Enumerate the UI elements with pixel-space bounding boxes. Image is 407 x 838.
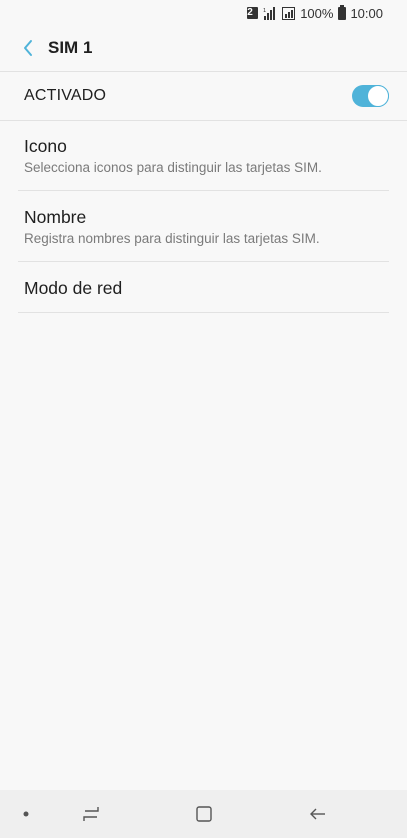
screen: 2 1 100% 10:00 SIM 1 ACTIVADO Icono Sele… <box>0 0 407 838</box>
home-icon[interactable] <box>187 790 221 838</box>
row-divider <box>18 190 389 191</box>
setting-subtitle: Selecciona iconos para distinguir las ta… <box>24 160 322 175</box>
setting-nombre[interactable]: Nombre Registra nombres para distinguir … <box>18 207 389 246</box>
chevron-left-icon[interactable] <box>8 26 48 70</box>
back-arrow-icon[interactable] <box>301 790 335 838</box>
recent-apps-icon[interactable] <box>74 790 108 838</box>
setting-subtitle: Registra nombres para distinguir las tar… <box>24 231 320 246</box>
master-divider <box>0 120 407 121</box>
battery-percent: 100% <box>300 5 334 21</box>
no-sim-icon <box>282 6 296 20</box>
setting-title: Nombre <box>24 207 87 227</box>
clock: 10:00 <box>350 5 383 21</box>
sim2-icon: 2 <box>247 7 259 19</box>
status-bar: 2 1 100% 10:00 <box>0 0 407 26</box>
page-title: SIM 1 <box>48 38 93 57</box>
navigation-bar <box>0 790 407 838</box>
setting-title: Modo de red <box>24 278 123 298</box>
master-switch-row[interactable]: ACTIVADO <box>0 72 407 120</box>
battery-icon <box>338 4 347 20</box>
row-divider <box>18 261 389 262</box>
row-divider <box>18 312 389 313</box>
setting-modo-de-red[interactable]: Modo de red <box>18 278 389 299</box>
setting-icono[interactable]: Icono Selecciona iconos para distinguir … <box>18 136 389 175</box>
master-toggle[interactable] <box>352 85 389 107</box>
dot-icon[interactable] <box>14 790 38 838</box>
toggle-knob <box>367 85 389 107</box>
app-bar: SIM 1 <box>0 26 407 70</box>
battery-wrap: 10:00 <box>338 4 383 21</box>
setting-title: Icono <box>24 136 67 156</box>
signal-icon: 1 <box>263 6 277 20</box>
master-switch-label: ACTIVADO <box>24 87 107 104</box>
svg-text:1: 1 <box>263 8 266 14</box>
